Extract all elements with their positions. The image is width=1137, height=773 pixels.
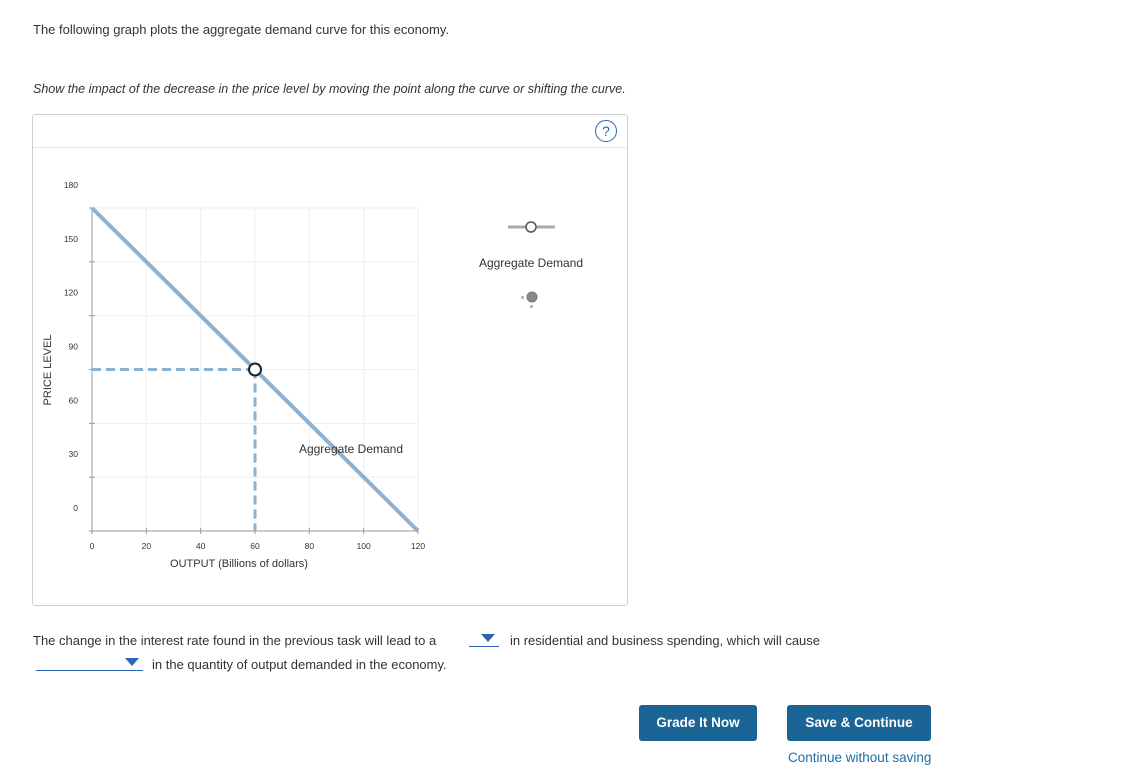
grade-it-now-button[interactable]: Grade It Now <box>639 705 757 741</box>
equilibrium-point <box>248 362 262 377</box>
continue-without-saving-link[interactable]: Continue without saving <box>788 750 931 765</box>
question-line2-after: in the quantity of output demanded in th… <box>152 657 447 672</box>
point-tool-dot <box>530 305 533 308</box>
question-line1-after: in residential and business spending, wh… <box>510 633 821 648</box>
x-tick-label: 60 <box>250 541 260 551</box>
x-axis-label: OUTPUT (Billions of dollars) <box>170 558 308 570</box>
ad-tool-handle <box>525 221 537 233</box>
y-tick-label: 30 <box>69 449 79 459</box>
x-tick-label: 20 <box>142 541 152 551</box>
y-axis-label: PRICE LEVEL <box>42 335 54 406</box>
x-tick-label: 120 <box>411 541 425 551</box>
point-tool-dot <box>521 296 524 299</box>
x-tick-label: 0 <box>90 541 95 551</box>
graph-panel: ? 0 20 40 60 80 100 120 0 30 60 90 120 150 180 OUTPUT … <box>32 114 628 606</box>
y-tick-label: 60 <box>69 395 79 405</box>
ad-chart: 0 20 40 60 80 100 120 0 30 60 90 120 150 180 OUTPUT (B… <box>42 180 583 570</box>
y-tick-label: 90 <box>69 342 79 352</box>
curve-label: Aggregate Demand <box>299 442 403 456</box>
point-tool-icon <box>526 291 538 303</box>
output-effect-dropdown[interactable] <box>36 654 143 671</box>
intro-text: The following graph plots the aggregate … <box>33 22 449 37</box>
save-continue-button[interactable]: Save & Continue <box>787 705 931 741</box>
y-tick-label: 180 <box>64 180 78 190</box>
interest-effect-dropdown[interactable] <box>469 630 499 647</box>
y-tick-label: 0 <box>73 503 78 513</box>
chevron-down-icon <box>481 634 495 642</box>
chevron-down-icon <box>125 658 139 666</box>
x-tick-label: 80 <box>305 541 315 551</box>
palette-ad-label: Aggregate Demand <box>479 256 583 270</box>
question-line1-before: The change in the interest rate found in… <box>33 633 437 648</box>
x-tick-label: 40 <box>196 541 206 551</box>
y-tick-label: 120 <box>64 288 78 298</box>
y-tick-label: 150 <box>64 234 78 244</box>
instruction-text: Show the impact of the decrease in the p… <box>33 82 626 96</box>
x-tick-label: 100 <box>357 541 371 551</box>
